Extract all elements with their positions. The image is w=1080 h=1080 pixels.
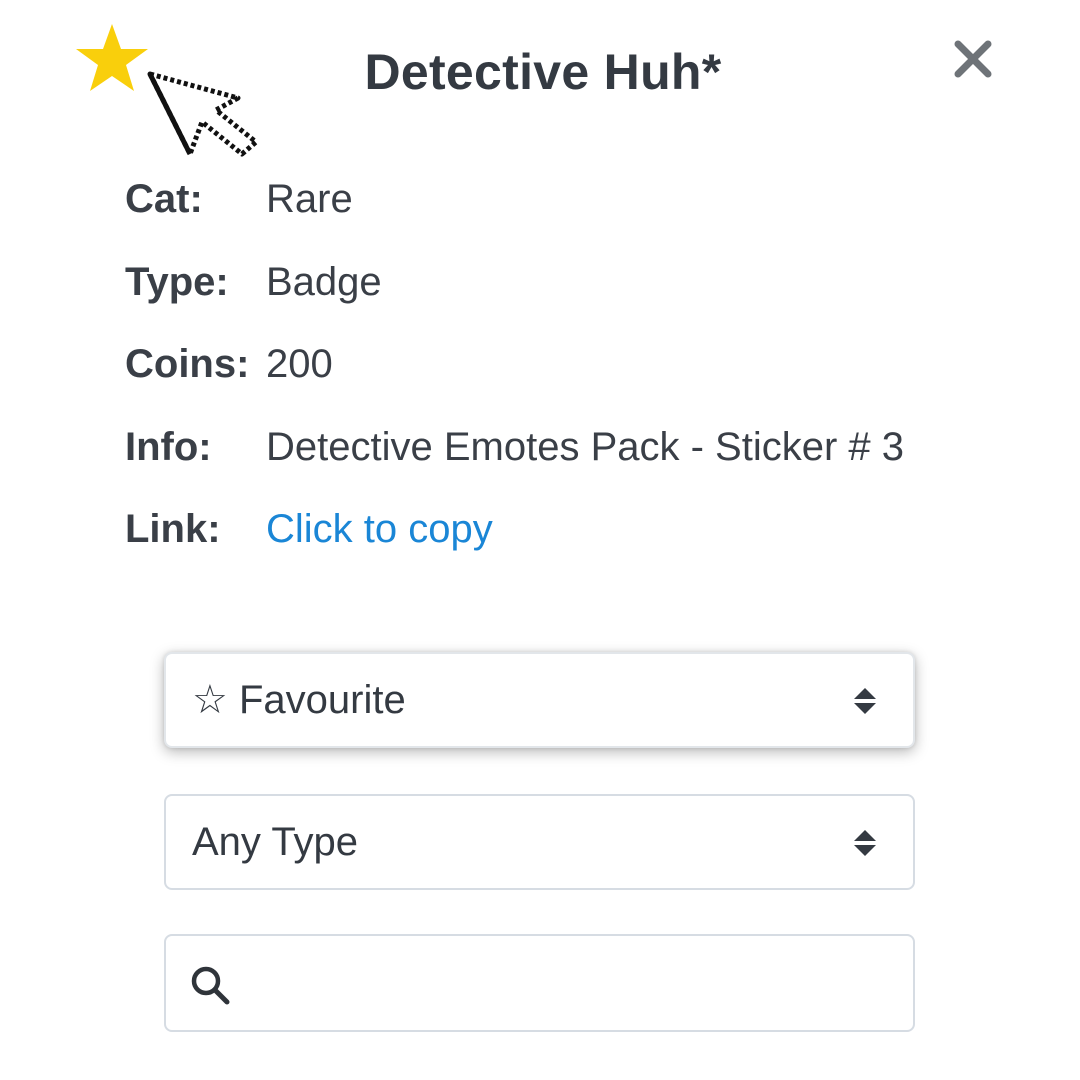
- sort-caret-icon: [854, 830, 876, 856]
- search-input[interactable]: [246, 950, 890, 1018]
- star-outline-icon: ☆: [192, 678, 228, 722]
- detail-key: Cat:: [125, 177, 203, 221]
- favourite-select[interactable]: ☆ Favourite: [164, 652, 915, 748]
- copy-link[interactable]: Click to copy: [266, 500, 493, 558]
- search-field[interactable]: [164, 934, 915, 1032]
- detail-value: Rare: [266, 177, 353, 221]
- detail-value: 200: [266, 342, 333, 386]
- detail-key: Link:: [125, 507, 221, 551]
- sort-caret-icon: [854, 688, 876, 714]
- favourite-select-label: ☆ Favourite: [192, 654, 406, 746]
- detail-key: Coins:: [125, 342, 250, 386]
- page-title: Detective Huh*: [364, 44, 722, 100]
- detail-value: Badge: [266, 259, 382, 304]
- type-select-value: Any Type: [192, 820, 359, 864]
- close-icon[interactable]: [950, 36, 996, 82]
- search-icon: [191, 966, 230, 1005]
- detail-key: Type:: [125, 259, 229, 304]
- detail-key: Info:: [125, 424, 212, 469]
- detail-value: Detective Emotes Pack - Sticker # 3: [266, 424, 905, 469]
- favourite-select-value: Favourite: [238, 678, 406, 722]
- type-select[interactable]: Any Type: [164, 794, 915, 890]
